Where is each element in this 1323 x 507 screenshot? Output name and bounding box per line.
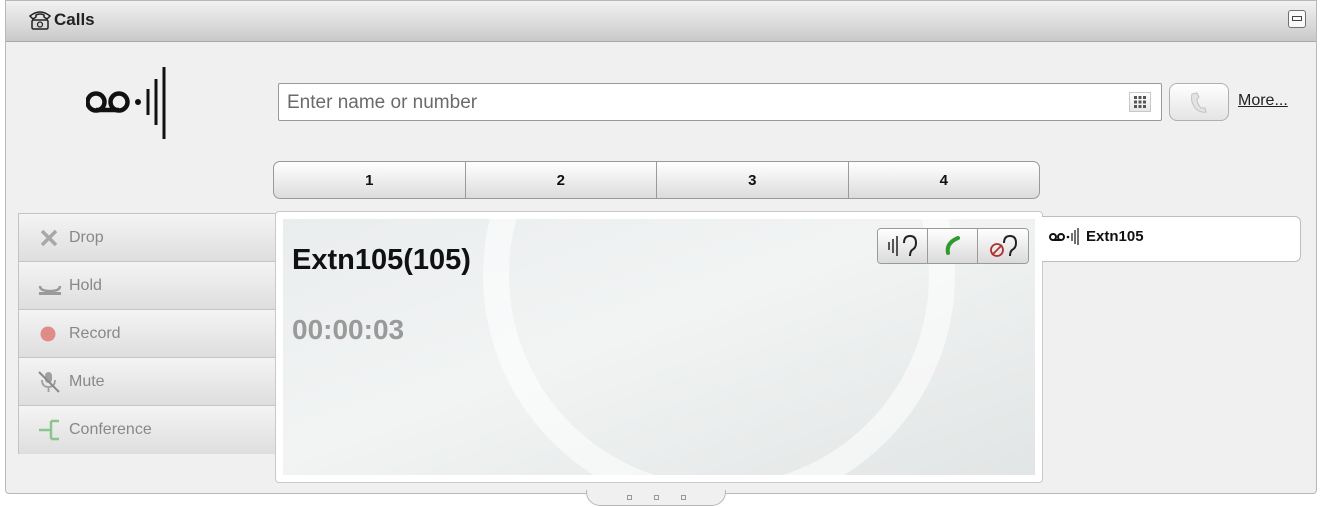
minimize-icon[interactable] (1288, 10, 1306, 28)
call-controls (877, 228, 1029, 264)
tab-line-2[interactable]: 2 (466, 162, 657, 198)
listen-icon (888, 234, 918, 257)
mute-button[interactable]: Mute (19, 358, 280, 406)
title-bar: Calls (6, 1, 1316, 42)
active-call-body: Extn105(105) 00:00:03 (283, 219, 1035, 475)
more-link[interactable]: More... (1238, 92, 1288, 110)
reject-icon (990, 234, 1018, 257)
record-icon (40, 326, 56, 341)
window-title: Calls (54, 10, 95, 29)
reject-button[interactable] (978, 229, 1028, 263)
drop-x-icon (40, 229, 58, 246)
grip-dot (653, 495, 659, 500)
search-input[interactable] (285, 88, 1109, 118)
active-call-card[interactable]: Extn105(105) 00:00:03 (275, 211, 1043, 483)
conference-icon (39, 419, 59, 441)
tab-line-4[interactable]: 4 (849, 162, 1040, 198)
record-label: Record (69, 324, 121, 342)
call-list-item[interactable]: Extn105 (1048, 227, 1144, 245)
call-list: Extn105 (1042, 216, 1301, 262)
drop-label: Drop (69, 228, 104, 246)
answer-icon (945, 236, 960, 255)
mute-icon (38, 370, 60, 393)
hold-icon (38, 285, 62, 295)
listen-button[interactable] (878, 229, 928, 263)
resize-handle[interactable] (586, 490, 726, 506)
handset-icon (1191, 92, 1207, 113)
call-button[interactable] (1169, 83, 1229, 121)
call-list-label: Extn105 (1086, 227, 1144, 245)
mute-label: Mute (69, 372, 105, 390)
call-timer: 00:00:03 (292, 314, 405, 345)
drop-button[interactable]: Drop (19, 214, 280, 262)
line-tabs: 1 2 3 4 (273, 161, 1040, 199)
hold-label: Hold (69, 276, 102, 294)
grip-dot (680, 495, 686, 500)
voicemail-wave-icon (1049, 228, 1079, 245)
voicemail-wave-icon (86, 67, 166, 139)
conference-button[interactable]: Conference (19, 406, 280, 454)
phone-icon (28, 11, 52, 30)
record-button[interactable]: Record (19, 310, 280, 358)
conference-label: Conference (69, 421, 152, 438)
tab-line-1[interactable]: 1 (274, 162, 466, 198)
hold-button[interactable]: Hold (19, 262, 280, 310)
caller-name: Extn105(105) (292, 244, 471, 276)
tab-line-3[interactable]: 3 (657, 162, 849, 198)
keypad-icon[interactable] (1129, 92, 1151, 112)
grip-dot (626, 495, 632, 500)
answer-button[interactable] (928, 229, 978, 263)
call-actions: Drop Hold Record Mute Conference (18, 213, 280, 454)
search-box (278, 83, 1162, 121)
